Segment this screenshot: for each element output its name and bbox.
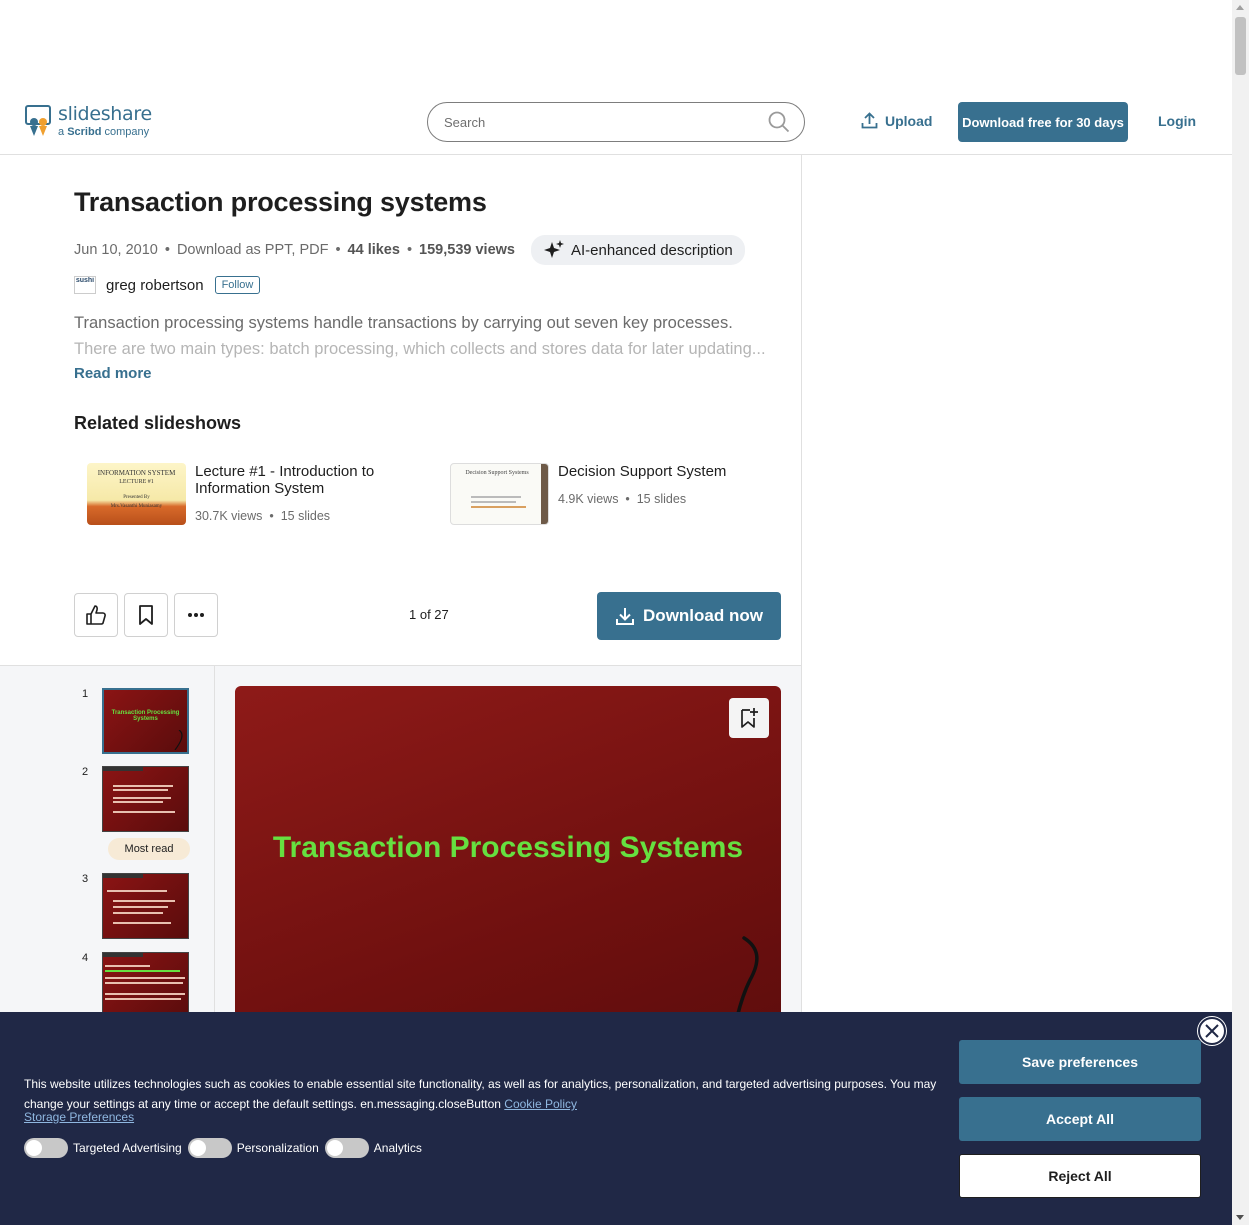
site-header: slideshare a Scribd company Upload Downl…	[0, 0, 1232, 155]
thumbnail-item[interactable]: 3	[78, 873, 189, 939]
upload-label: Upload	[885, 112, 933, 129]
sparkle-icon	[543, 240, 564, 258]
download-now-label: Download now	[643, 606, 763, 625]
page-title: Transaction processing systems	[74, 187, 487, 217]
reject-all-button[interactable]: Reject All	[959, 1154, 1201, 1198]
download-now-button[interactable]: Download now	[597, 592, 781, 640]
download-free-button[interactable]: Download free for 30 days	[958, 102, 1128, 142]
author-row: sushi greg robertson Follow	[74, 276, 261, 294]
related-title[interactable]: Lecture #1 - Introduction to Information…	[195, 463, 395, 497]
document-meta: Jun 10, 2010 • Download as PPT, PDF • 44…	[74, 235, 745, 265]
accept-all-button[interactable]: Accept All	[959, 1097, 1201, 1141]
cookie-banner: This website utilizes technologies such …	[0, 1012, 1232, 1225]
scroll-down-icon[interactable]	[1236, 1215, 1244, 1220]
upload-icon	[861, 112, 878, 129]
description-line: There are two main types: batch processi…	[74, 340, 766, 358]
download-icon	[616, 608, 635, 625]
bookmark-add-icon	[741, 708, 758, 728]
more-icon	[188, 613, 204, 617]
logo-subtitle: a Scribd company	[58, 125, 150, 138]
ai-description-badge[interactable]: AI-enhanced description	[530, 235, 745, 265]
save-preferences-button[interactable]: Save preferences	[959, 1040, 1201, 1084]
thumbnail-item[interactable]: 2	[78, 766, 189, 832]
slide-decoration	[734, 936, 759, 1024]
cookie-message: This website utilizes technologies such …	[24, 1077, 937, 1111]
targeted-advertising-toggle[interactable]	[24, 1138, 68, 1158]
search-icon[interactable]	[768, 111, 790, 133]
slideshare-logo-icon	[25, 105, 51, 136]
close-icon	[1205, 1024, 1219, 1038]
toggle-label: Analytics	[373, 1141, 422, 1155]
related-item[interactable]: Decision Support Systems Decision Suppor…	[450, 463, 726, 525]
logo-name: slideshare	[58, 102, 152, 125]
slide-thumbnail[interactable]	[102, 873, 189, 939]
analytics-toggle[interactable]	[324, 1138, 369, 1158]
slide-title: Transaction Processing Systems	[272, 831, 744, 864]
related-stats: 4.9K views • 15 slides	[558, 492, 687, 506]
close-banner-button[interactable]	[1198, 1017, 1226, 1045]
consent-toggles: Targeted Advertising Personalization Ana…	[24, 1138, 428, 1158]
toggle-label: Personalization	[236, 1141, 319, 1155]
search-input[interactable]	[444, 114, 768, 130]
slide-thumbnail[interactable]	[102, 952, 189, 1018]
related-thumbnail[interactable]: Decision Support Systems	[450, 463, 549, 525]
follow-button[interactable]: Follow	[214, 276, 261, 294]
save-button[interactable]	[124, 593, 168, 637]
search-box[interactable]	[427, 102, 805, 142]
bookmark-icon	[139, 605, 153, 625]
related-item[interactable]: INFORMATION SYSTEM LECTURE #1 Presented …	[87, 463, 395, 525]
thumbs-up-icon	[86, 605, 106, 625]
description: Transaction processing systems handle tr…	[74, 310, 778, 362]
slide-thumbnail[interactable]	[102, 766, 189, 832]
thumbnail-item[interactable]: 1 Transaction Processing Systems	[78, 688, 189, 754]
thumbnail-item[interactable]: 4	[78, 952, 189, 1018]
publish-date: Jun 10, 2010	[74, 242, 158, 258]
related-heading: Related slideshows	[74, 413, 242, 433]
download-formats[interactable]: Download as PPT, PDF	[177, 242, 329, 258]
description-line: Transaction processing systems handle tr…	[74, 314, 733, 332]
cookie-policy-link[interactable]: Cookie Policy	[504, 1097, 577, 1111]
page-scrollbar[interactable]	[1232, 0, 1249, 1225]
most-read-badge: Most read	[108, 838, 190, 860]
more-options-button[interactable]	[174, 593, 218, 637]
page-counter: 1 of 27	[409, 607, 449, 622]
related-stats: 30.7K views • 15 slides	[195, 509, 331, 523]
personalization-toggle[interactable]	[187, 1138, 232, 1158]
toggle-label: Targeted Advertising	[73, 1141, 182, 1155]
save-slide-button[interactable]	[729, 698, 769, 738]
scrollbar-thumb[interactable]	[1235, 17, 1246, 75]
scroll-up-icon[interactable]	[1236, 5, 1244, 10]
upload-button[interactable]: Upload	[861, 112, 932, 129]
avatar[interactable]: sushi	[74, 276, 96, 294]
read-more-link[interactable]: Read more	[74, 365, 152, 382]
slideshare-logo[interactable]: slideshare a Scribd company	[24, 104, 152, 138]
views-count: 159,539 views	[419, 242, 515, 258]
related-thumbnail[interactable]: INFORMATION SYSTEM LECTURE #1 Presented …	[87, 463, 186, 525]
slide-thumbnail[interactable]: Transaction Processing Systems	[102, 688, 189, 754]
likes-count: 44 likes	[347, 242, 400, 258]
like-button[interactable]	[74, 593, 118, 637]
ai-badge-label: AI-enhanced description	[570, 241, 733, 259]
storage-preferences-link[interactable]: Storage Preferences	[24, 1110, 134, 1124]
related-title[interactable]: Decision Support System	[558, 463, 726, 480]
author-name[interactable]: greg robertson	[106, 277, 204, 294]
login-link[interactable]: Login	[1158, 113, 1196, 129]
